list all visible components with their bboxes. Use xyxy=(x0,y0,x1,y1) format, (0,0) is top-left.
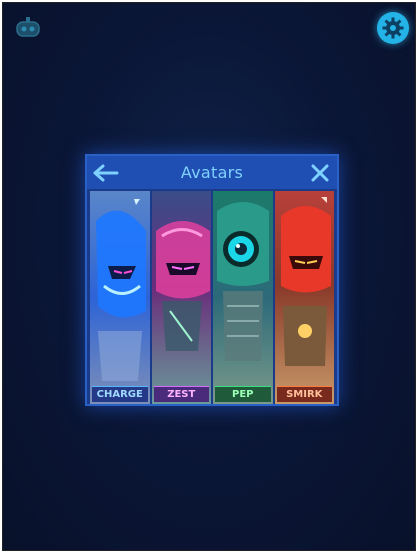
back-button[interactable] xyxy=(91,162,121,184)
modal-header: Avatars xyxy=(87,156,337,189)
gear-icon xyxy=(382,17,404,39)
avatar-card-zest[interactable]: ZEST xyxy=(151,191,211,404)
avatar-label: CHARGE xyxy=(92,386,148,402)
avatar-zest-art xyxy=(151,191,211,404)
modal-title: Avatars xyxy=(180,163,244,182)
avatar-pep-art xyxy=(213,191,273,404)
avatar-charge-art xyxy=(90,191,150,404)
avatar-label: SMIRK xyxy=(276,386,332,402)
avatar-card-smirk[interactable]: SMIRK xyxy=(274,191,334,404)
arrow-left-icon xyxy=(93,164,119,182)
avatar-label: PEP xyxy=(215,386,271,402)
robot-face-icon[interactable] xyxy=(13,15,43,41)
game-screen: Avatars CHARGE ZEST PEP SMIRK xyxy=(2,2,416,551)
avatar-card-pep[interactable]: PEP xyxy=(213,191,273,404)
avatar-list: CHARGE ZEST PEP SMIRK xyxy=(90,191,334,404)
avatar-smirk-art xyxy=(274,191,334,404)
close-button[interactable] xyxy=(309,162,331,184)
settings-button[interactable] xyxy=(377,12,409,44)
avatars-modal: Avatars CHARGE ZEST PEP SMIRK xyxy=(85,154,339,406)
close-icon xyxy=(311,164,329,182)
avatar-label: ZEST xyxy=(153,386,209,402)
avatar-card-charge[interactable]: CHARGE xyxy=(90,191,150,404)
